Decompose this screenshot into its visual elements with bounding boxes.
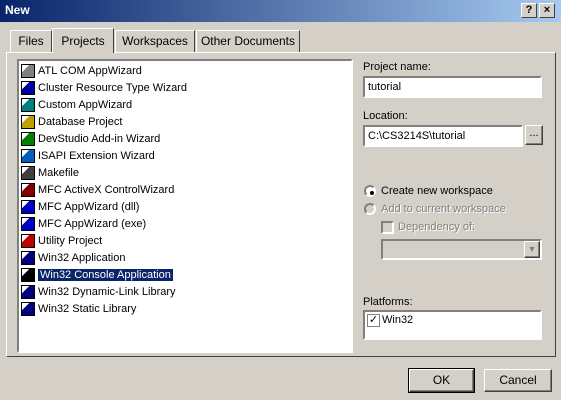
list-item-label: MFC AppWizard (dll)	[38, 201, 140, 213]
browse-button[interactable]: ...	[525, 125, 543, 145]
create-workspace-label: Create new workspace	[381, 185, 493, 197]
list-item-label: ISAPI Extension Wizard	[38, 150, 155, 162]
list-item-label: Makefile	[38, 167, 79, 179]
list-item[interactable]: ATL COM AppWizard	[21, 63, 142, 80]
help-icon: ?	[525, 4, 533, 16]
list-item[interactable]: Makefile	[21, 165, 79, 182]
list-item-label: Custom AppWizard	[38, 99, 133, 111]
dll-icon	[21, 285, 35, 300]
add-workspace-label: Add to current workspace	[381, 203, 506, 215]
platforms-list[interactable]: ✓ Win32	[363, 310, 542, 340]
dependency-select[interactable]: ▼	[381, 239, 542, 260]
chevron-down-icon: ▼	[524, 241, 540, 258]
radio-dot-icon	[370, 191, 374, 195]
mfc-dll-icon	[21, 200, 35, 215]
cancel-button[interactable]: Cancel	[484, 369, 552, 392]
console-icon	[21, 268, 35, 283]
dependency-checkbox[interactable]	[381, 221, 394, 234]
list-item[interactable]: ISAPI Extension Wizard	[21, 148, 155, 165]
list-item-label: Utility Project	[38, 235, 103, 247]
list-item[interactable]: MFC AppWizard (dll)	[21, 199, 139, 216]
cluster-icon	[21, 81, 35, 96]
project-name-input[interactable]: tutorial	[363, 76, 542, 98]
list-item[interactable]: Cluster Resource Type Wizard	[21, 80, 187, 97]
globe-icon	[21, 149, 35, 164]
dependency-label: Dependency of:	[398, 221, 476, 233]
list-item-label: Win32 Static Library	[38, 303, 137, 315]
addin-icon	[21, 132, 35, 147]
list-item-label: Database Project	[38, 116, 123, 128]
list-item-label: ATL COM AppWizard	[38, 65, 142, 77]
atl-icon	[21, 64, 35, 79]
close-icon: ×	[543, 4, 551, 16]
list-item[interactable]: MFC AppWizard (exe)	[21, 216, 146, 233]
platform-win32-checkbox[interactable]: ✓	[367, 314, 380, 327]
project-name-label: Project name:	[363, 61, 431, 73]
tab-files[interactable]: Files	[10, 30, 52, 52]
close-button[interactable]: ×	[539, 3, 555, 18]
list-item-label: Win32 Dynamic-Link Library	[38, 286, 176, 298]
platform-win32-label: Win32	[382, 314, 414, 326]
check-icon: ✓	[368, 314, 379, 326]
custom-wizard-icon	[21, 98, 35, 113]
utility-icon	[21, 234, 35, 249]
makefile-icon	[21, 166, 35, 181]
list-item[interactable]: Win32 Dynamic-Link Library	[21, 284, 176, 301]
list-item-label: Win32 Application	[38, 252, 126, 264]
list-item[interactable]: DevStudio Add-in Wizard	[21, 131, 160, 148]
activex-icon	[21, 183, 35, 198]
list-item-label: Cluster Resource Type Wizard	[38, 82, 187, 94]
list-item[interactable]: Custom AppWizard	[21, 97, 132, 114]
location-input[interactable]: C:\CS3214S\tutorial	[363, 125, 523, 147]
help-button[interactable]: ?	[521, 3, 537, 18]
list-item-label: Win32 Console Application	[37, 268, 174, 282]
location-label: Location:	[363, 110, 408, 122]
list-item[interactable]: Win32 Console Application	[21, 267, 174, 284]
list-item-label: DevStudio Add-in Wizard	[38, 133, 161, 145]
win32-app-icon	[21, 251, 35, 266]
list-item[interactable]: MFC ActiveX ControlWizard	[21, 182, 174, 199]
list-item[interactable]: Win32 Application	[21, 250, 125, 267]
list-item[interactable]: Win32 Static Library	[21, 301, 136, 318]
add-workspace-radio[interactable]	[364, 203, 376, 215]
window-title: New	[5, 3, 30, 17]
project-type-list[interactable]: ATL COM AppWizard Cluster Resource Type W…	[17, 59, 353, 353]
tab-workspaces[interactable]: Workspaces	[115, 30, 195, 52]
list-item[interactable]: Database Project	[21, 114, 122, 131]
tab-other-documents[interactable]: Other Documents	[196, 30, 300, 52]
ok-button[interactable]: OK	[408, 368, 475, 393]
create-workspace-radio[interactable]	[364, 185, 376, 197]
database-icon	[21, 115, 35, 130]
lib-icon	[21, 302, 35, 317]
tab-projects[interactable]: Projects	[52, 28, 114, 53]
mfc-exe-icon	[21, 217, 35, 232]
list-item[interactable]: Utility Project	[21, 233, 102, 250]
platforms-label: Platforms:	[363, 296, 413, 308]
title-bar	[0, 0, 561, 22]
list-item-label: MFC AppWizard (exe)	[38, 218, 147, 230]
list-item-label: MFC ActiveX ControlWizard	[38, 184, 175, 196]
